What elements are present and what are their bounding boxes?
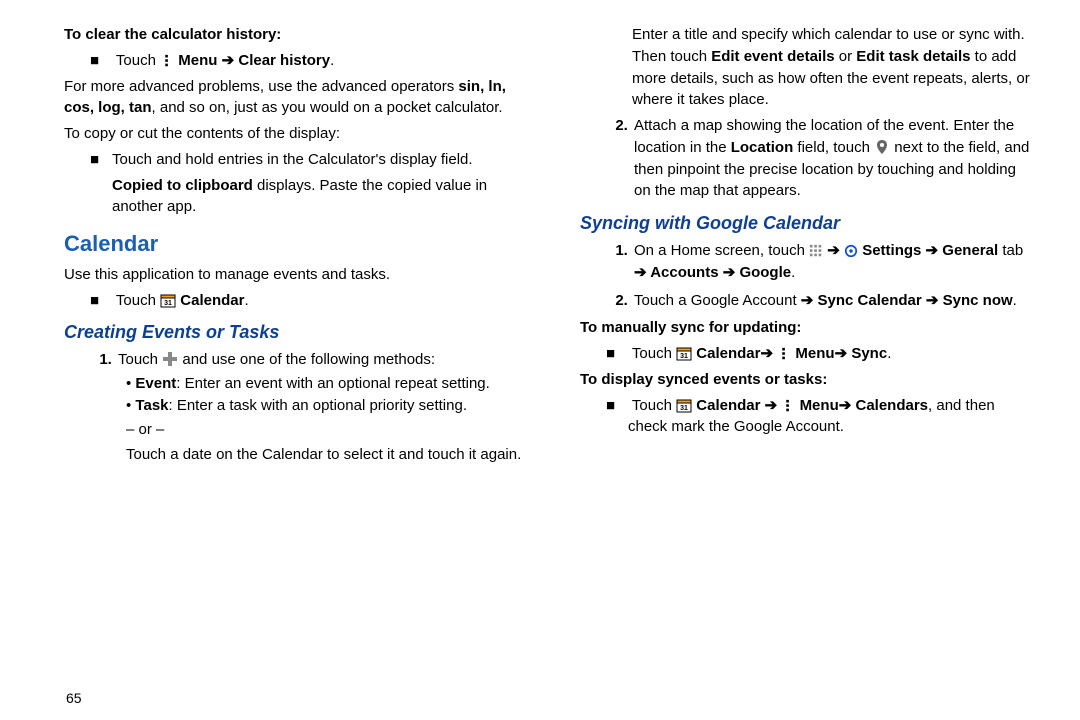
list-item: Touch Calendar. [112, 290, 522, 312]
list-item: Touch Calendar ➔ Menu➔ Calendars, and th… [628, 395, 1034, 439]
menu-icon [160, 54, 174, 68]
list-item: Task: Enter a task with an optional prio… [126, 395, 522, 417]
calendar-intro: Use this application to manage events an… [64, 264, 522, 286]
text: Location [731, 139, 794, 156]
text: Sync now [943, 292, 1013, 309]
copied-clipboard: Copied to clipboard displays. Paste the … [112, 175, 522, 219]
touch-calendar-list: Touch Calendar. [90, 290, 522, 312]
map-pin-icon [874, 139, 890, 155]
text: tab [998, 242, 1023, 259]
text: Edit task details [856, 48, 970, 65]
manual-page: To clear the calculator history: Touch M… [0, 0, 1080, 720]
creating-events-heading: Creating Events or Tasks [64, 319, 522, 345]
text: Touch [632, 345, 676, 362]
clear-history-list: Touch Menu ➔ Clear history. [90, 50, 522, 72]
text: and use one of the following methods: [182, 351, 435, 368]
text: . [791, 264, 795, 281]
text: Menu [178, 52, 217, 69]
arrow-icon: ➔ [839, 397, 856, 414]
text: or [835, 48, 857, 65]
gear-icon [844, 244, 858, 258]
clear-history-heading: To clear the calculator history: [64, 24, 522, 46]
arrow-icon: ➔ [634, 264, 650, 281]
list-item: Touch and use one of the following metho… [116, 349, 522, 466]
text: Calendar [180, 292, 244, 309]
text: Sync [851, 345, 887, 362]
menu-icon [781, 399, 795, 413]
text: Accounts [650, 264, 718, 281]
text: . [887, 345, 891, 362]
arrow-icon: ➔ [801, 292, 818, 309]
text: . [330, 52, 334, 69]
arrow-icon: ➔ [827, 242, 844, 259]
text: Touch [116, 292, 160, 309]
calendar-icon [676, 397, 692, 413]
calendar-heading: Calendar [64, 228, 522, 260]
arrow-icon: ➔ [835, 345, 852, 362]
text: Touch [118, 351, 162, 368]
or-divider: – or – [126, 419, 522, 441]
right-column: Enter a title and specify which calendar… [540, 20, 1052, 710]
methods-list: Event: Enter an event with an optional r… [126, 373, 522, 417]
display-synced-list: Touch Calendar ➔ Menu➔ Calendars, and th… [606, 395, 1034, 439]
text: Task [135, 397, 168, 414]
text: Sync Calendar [818, 292, 922, 309]
text: field, touch [793, 139, 874, 156]
text: For more advanced problems, use the adva… [64, 78, 458, 95]
copy-cut-list: Touch and hold entries in the Calculator… [90, 149, 522, 171]
text: . [1013, 292, 1017, 309]
text: Calendar [696, 345, 760, 362]
left-column: To clear the calculator history: Touch M… [28, 20, 540, 710]
arrow-icon: ➔ [719, 264, 740, 281]
text: Event [135, 375, 176, 392]
calendar-icon [160, 292, 176, 308]
text: Calendar ➔ [696, 397, 781, 414]
list-item: Touch Calendar➔ Menu➔ Sync. [628, 343, 1034, 365]
text: Settings ➔ [862, 242, 942, 259]
arrow-icon: ➔ [217, 52, 238, 69]
text: On a Home screen, touch [634, 242, 809, 259]
map-step: Attach a map showing the location of the… [606, 115, 1034, 202]
manual-sync-heading: To manually sync for updating: [580, 317, 1034, 339]
text: General [942, 242, 998, 259]
menu-icon [777, 347, 791, 361]
list-item: Touch and hold entries in the Calculator… [112, 149, 522, 171]
arrow-icon: ➔ [760, 345, 777, 362]
text: Copied to clipboard [112, 177, 253, 194]
text: Google [739, 264, 791, 281]
manual-sync-list: Touch Calendar➔ Menu➔ Sync. [606, 343, 1034, 365]
copy-cut-heading: To copy or cut the contents of the displ… [64, 123, 522, 145]
text: Touch a Google Account [634, 292, 801, 309]
list-item: Attach a map showing the location of the… [632, 115, 1034, 202]
text: Edit event details [711, 48, 834, 65]
apps-grid-icon [809, 244, 823, 258]
list-item: Touch a Google Account ➔ Sync Calendar ➔… [632, 290, 1034, 312]
text: Clear history [238, 52, 330, 69]
text: : Enter an event with an optional repeat… [176, 375, 490, 392]
syncing-heading: Syncing with Google Calendar [580, 210, 1034, 236]
sync-steps: On a Home screen, touch ➔ Settings ➔ Gen… [606, 240, 1034, 311]
display-synced-heading: To display synced events or tasks: [580, 369, 1034, 391]
advanced-paragraph: For more advanced problems, use the adva… [64, 76, 522, 120]
plus-icon [162, 351, 178, 367]
page-number: 65 [66, 688, 82, 708]
text: Menu [795, 345, 834, 362]
text: Menu [800, 397, 839, 414]
text: Touch [116, 52, 160, 69]
calendar-icon [676, 345, 692, 361]
text: . [244, 292, 248, 309]
clear-history-item: Touch Menu ➔ Clear history. [112, 50, 522, 72]
text: Touch [632, 397, 676, 414]
enter-title-paragraph: Enter a title and specify which calendar… [632, 24, 1034, 111]
touch-date: Touch a date on the Calendar to select i… [126, 444, 522, 466]
list-item: On a Home screen, touch ➔ Settings ➔ Gen… [632, 240, 1034, 284]
text: Calendars [855, 397, 928, 414]
create-steps: Touch and use one of the following metho… [90, 349, 522, 466]
text: , and so on, just as you would on a pock… [152, 99, 503, 116]
text: : Enter a task with an optional priority… [169, 397, 467, 414]
list-item: Event: Enter an event with an optional r… [126, 373, 522, 395]
arrow-icon: ➔ [922, 292, 943, 309]
